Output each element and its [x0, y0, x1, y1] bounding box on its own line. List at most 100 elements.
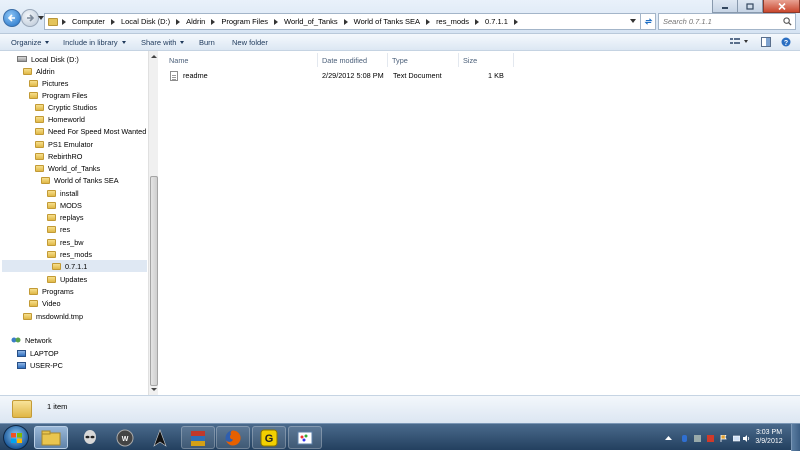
details-pane: 1 item [0, 395, 800, 423]
address-history-chevron-down-icon[interactable] [630, 19, 636, 23]
maximize-button[interactable] [738, 0, 763, 13]
file-row[interactable]: readme 2/29/2012 5:08 PM Text Document 1… [168, 70, 508, 82]
breadcrumb-computer[interactable]: Computer [72, 17, 121, 26]
burn-button[interactable]: Burn [199, 38, 215, 47]
column-header-date-modified[interactable]: Date modified [318, 53, 388, 67]
folder-icon [47, 201, 56, 209]
taskbar-world-of-tanks[interactable]: W [108, 426, 142, 449]
column-header-type[interactable]: Type [388, 53, 459, 67]
taskbar-winrar[interactable] [181, 426, 215, 449]
taskbar-paint[interactable] [288, 426, 322, 449]
minimize-icon [722, 7, 728, 9]
world-of-tanks-icon: W [116, 429, 134, 446]
share-with-menu[interactable]: Share with [141, 38, 185, 47]
scroll-up-icon[interactable] [151, 55, 157, 58]
tree-item-cryptic-studios[interactable]: Cryptic Studios [35, 101, 97, 113]
breadcrumb-world-of-tanks[interactable]: World_of_Tanks [284, 17, 354, 26]
start-button[interactable] [3, 425, 29, 450]
folder-icon [41, 430, 61, 445]
taskbar: W G 3:03 PM 3/9/2012 [0, 423, 800, 451]
breadcrumb-local-disk[interactable]: Local Disk (D:) [121, 17, 186, 26]
tree-item-program-files[interactable]: Program Files [29, 89, 87, 101]
search-input[interactable] [659, 14, 779, 29]
scroll-down-icon[interactable] [151, 388, 157, 391]
refresh-button[interactable] [641, 13, 656, 30]
bluetooth-icon[interactable] [681, 435, 688, 442]
tree-item-local-disk[interactable]: Local Disk (D:) [17, 53, 79, 65]
tree-item-rebirthro[interactable]: RebirthRO [35, 150, 82, 162]
taskbar-firefox[interactable] [216, 426, 250, 449]
network-status-icon[interactable] [733, 435, 740, 442]
tree-item-laptop[interactable]: LAPTOP [17, 347, 59, 359]
tree-item-res-bw[interactable]: res_bw [47, 236, 84, 248]
navigation-scrollbar[interactable] [148, 51, 158, 395]
tree-item-ps1-emulator[interactable]: PS1 Emulator [35, 138, 93, 150]
help-icon[interactable]: ? [781, 37, 791, 47]
tray-app-icon[interactable] [694, 435, 701, 442]
folder-icon [41, 176, 50, 184]
folder-icon [52, 262, 61, 270]
column-header-name[interactable]: Name [165, 53, 318, 67]
address-bar-region: Computer Local Disk (D:) Aldrin Program … [0, 0, 800, 34]
search-box[interactable] [658, 13, 796, 30]
file-type: Text Document [393, 71, 442, 80]
include-in-library-menu[interactable]: Include in library [63, 38, 126, 47]
tree-item-world-of-tanks-sea[interactable]: World of Tanks SEA [41, 174, 119, 186]
breadcrumb-program-files[interactable]: Program Files [221, 17, 284, 26]
breadcrumb-world-of-tanks-sea[interactable]: World of Tanks SEA [354, 17, 436, 26]
tree-item-res[interactable]: res [47, 223, 70, 235]
scrollbar-thumb[interactable] [150, 176, 158, 386]
change-view-icon[interactable] [729, 37, 749, 47]
tree-item-user-pc[interactable]: USER-PC [17, 359, 63, 371]
tree-item-world-of-tanks[interactable]: World_of_Tanks [35, 162, 100, 174]
column-headers: Name Date modified Type Size [165, 53, 525, 67]
folder-icon [29, 91, 38, 99]
folder-icon [29, 287, 38, 295]
tree-item-video[interactable]: Video [29, 297, 61, 309]
folder-icon [29, 79, 38, 87]
taskbar-explorer[interactable] [34, 426, 68, 449]
show-desktop-button[interactable] [791, 424, 800, 451]
tree-item-aldrin[interactable]: Aldrin [23, 65, 55, 77]
new-folder-button[interactable]: New folder [232, 38, 268, 47]
taskbar-app-arrow[interactable] [143, 426, 177, 449]
folder-icon [35, 140, 44, 148]
tree-item-network[interactable]: Network [11, 334, 52, 346]
tree-item-msdownld[interactable]: msdownld.tmp [23, 310, 83, 322]
action-center-flag-icon[interactable] [720, 435, 727, 442]
breadcrumb-aldrin[interactable]: Aldrin [186, 17, 221, 26]
tree-item-0711-selected[interactable]: 0.7.1.1 [2, 260, 147, 272]
tree-item-install[interactable]: install [47, 187, 79, 199]
organize-menu[interactable]: Organize [11, 38, 50, 47]
tree-item-nfs-most-wanted[interactable]: Need For Speed Most Wanted [35, 125, 146, 137]
volume-icon[interactable] [743, 435, 750, 442]
column-header-size[interactable]: Size [459, 53, 514, 67]
minimize-button[interactable] [712, 0, 738, 13]
back-button[interactable] [3, 9, 21, 27]
archive-icon [191, 430, 205, 446]
address-box[interactable]: Computer Local Disk (D:) Aldrin Program … [44, 13, 641, 30]
tree-item-mods[interactable]: MODS [47, 199, 82, 211]
text-file-icon [170, 71, 178, 81]
taskbar-app-g[interactable]: G [252, 426, 286, 449]
tray-app-red-icon[interactable] [707, 435, 714, 442]
show-hidden-icons-chevron-icon[interactable] [665, 435, 672, 442]
tree-item-res-mods[interactable]: res_mods [47, 248, 92, 260]
back-arrow-icon [7, 14, 15, 22]
tree-item-replays[interactable]: replays [47, 211, 84, 223]
breadcrumb-res-mods[interactable]: res_mods [436, 17, 485, 26]
navigation-pane: Local Disk (D:) Aldrin Pictures Program … [0, 51, 158, 395]
forward-button[interactable] [21, 9, 39, 27]
tree-item-programs[interactable]: Programs [29, 285, 74, 297]
tree-item-homeworld[interactable]: Homeworld [35, 113, 85, 125]
system-clock[interactable]: 3:03 PM 3/9/2012 [752, 428, 786, 446]
tree-item-pictures[interactable]: Pictures [29, 77, 68, 89]
close-button[interactable] [763, 0, 800, 13]
breadcrumb-current-folder[interactable]: 0.7.1.1 [485, 17, 524, 26]
refresh-icon [643, 18, 653, 25]
folder-icon [35, 127, 44, 135]
breadcrumb-root-chevron[interactable] [62, 18, 72, 25]
tree-item-updates[interactable]: Updates [47, 273, 87, 285]
taskbar-app-alien[interactable] [73, 426, 107, 449]
preview-pane-icon[interactable] [761, 37, 771, 47]
